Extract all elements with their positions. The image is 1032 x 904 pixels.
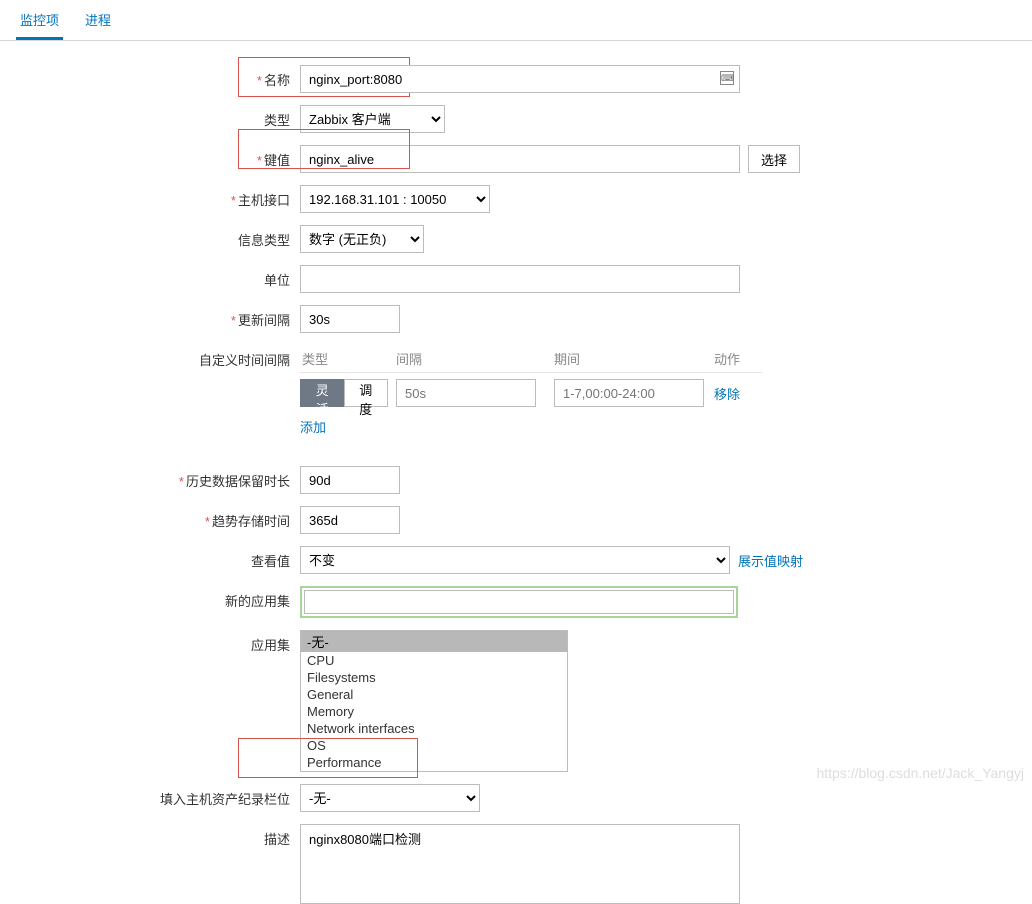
list-item[interactable]: Network interfaces: [301, 720, 567, 737]
newapp-input[interactable]: [304, 590, 734, 614]
trends-input[interactable]: [300, 506, 400, 534]
list-item[interactable]: Memory: [301, 703, 567, 720]
th-action: 动作: [714, 345, 762, 373]
watermark: https://blog.csdn.net/Jack_Yangyj: [816, 765, 1024, 781]
label-hostif: *主机接口: [0, 185, 300, 209]
label-desc: 描述: [0, 824, 300, 848]
showvalue-select[interactable]: 不变: [300, 546, 730, 574]
table-row: 灵活 调度 移除: [300, 373, 762, 412]
th-period: 期间: [554, 345, 714, 373]
toggle-schedule[interactable]: 调度: [344, 379, 389, 407]
interval-toggle: 灵活 调度: [300, 379, 388, 407]
toggle-flexible[interactable]: 灵活: [300, 379, 344, 407]
label-inventory: 填入主机资产纪录栏位: [0, 784, 300, 808]
updateint-input[interactable]: [300, 305, 400, 333]
name-input[interactable]: [300, 65, 740, 93]
label-key: *键值: [0, 145, 300, 169]
label-customint: 自定义时间间隔: [0, 345, 300, 369]
unit-input[interactable]: [300, 265, 740, 293]
label-type: 类型: [0, 105, 300, 129]
label-apps: 应用集: [0, 630, 300, 654]
label-updateint: *更新间隔: [0, 305, 300, 329]
history-input[interactable]: [300, 466, 400, 494]
add-interval-link[interactable]: 添加: [300, 417, 326, 436]
type-select[interactable]: Zabbix 客户端: [300, 105, 445, 133]
list-item[interactable]: Filesystems: [301, 669, 567, 686]
desc-textarea[interactable]: [300, 824, 740, 904]
key-input[interactable]: [300, 145, 740, 173]
tab-item-process[interactable]: 进程: [81, 0, 115, 40]
label-trends: *趋势存储时间: [0, 506, 300, 530]
th-type: 类型: [300, 345, 396, 373]
hostif-select[interactable]: 192.168.31.101 : 10050: [300, 185, 490, 213]
valuemap-link[interactable]: 展示值映射: [738, 551, 803, 570]
list-item[interactable]: Processes: [301, 771, 567, 772]
key-select-button[interactable]: 选择: [748, 145, 800, 173]
label-showvalue: 查看值: [0, 546, 300, 570]
list-item[interactable]: CPU: [301, 652, 567, 669]
interval-input[interactable]: [396, 379, 536, 407]
label-unit: 单位: [0, 265, 300, 289]
apps-listbox[interactable]: -无-CPUFilesystemsGeneralMemoryNetwork in…: [300, 630, 568, 772]
inventory-select[interactable]: -无-: [300, 784, 480, 812]
tab-bar: 监控项 进程: [0, 0, 1032, 41]
list-item[interactable]: General: [301, 686, 567, 703]
remove-link[interactable]: 移除: [714, 387, 740, 402]
label-name: *名称: [0, 65, 300, 89]
infotype-select[interactable]: 数字 (无正负): [300, 225, 424, 253]
translate-icon[interactable]: ⌨: [720, 71, 734, 85]
customint-table: 类型 间隔 期间 动作 灵活 调度 移除: [300, 345, 762, 411]
label-infotype: 信息类型: [0, 225, 300, 249]
th-interval: 间隔: [396, 345, 554, 373]
list-item[interactable]: OS: [301, 737, 567, 754]
list-item[interactable]: Performance: [301, 754, 567, 771]
label-newapp: 新的应用集: [0, 586, 300, 610]
tab-item-monitor[interactable]: 监控项: [16, 0, 63, 40]
list-item[interactable]: -无-: [301, 631, 567, 652]
label-history: *历史数据保留时长: [0, 466, 300, 490]
period-input[interactable]: [554, 379, 704, 407]
